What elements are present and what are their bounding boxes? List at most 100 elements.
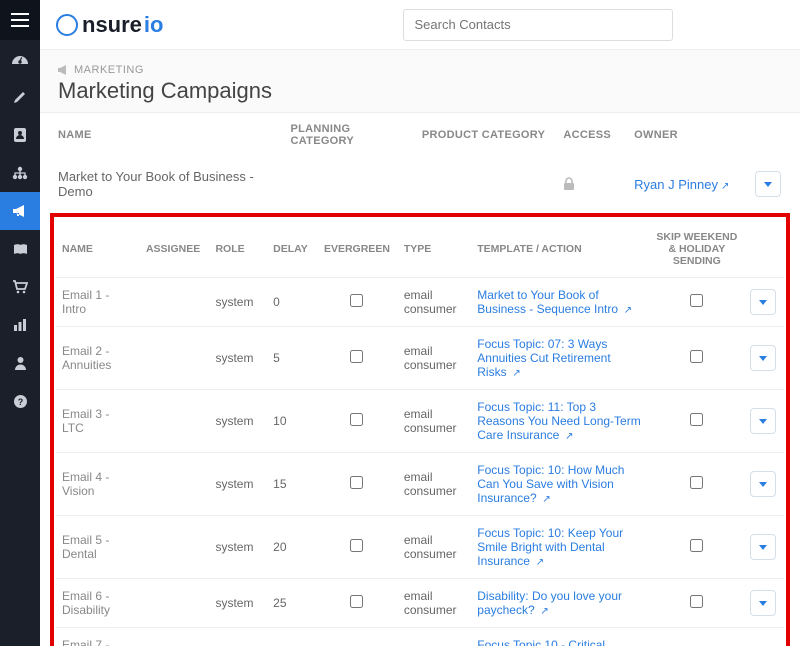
task-actions-button[interactable]: [750, 590, 776, 616]
tcol-type: TYPE: [398, 219, 471, 278]
task-actions-button[interactable]: [750, 534, 776, 560]
skip-checkbox[interactable]: [690, 294, 703, 307]
campaign-row[interactable]: Market to Your Book of Business - Demo R…: [50, 157, 790, 211]
template-link[interactable]: Focus Topic: 11: Top 3 Reasons You Need …: [477, 400, 640, 442]
owner-link[interactable]: Ryan J Pinney↗: [634, 177, 729, 192]
content-area: NAME PLANNING CATEGORY PRODUCT CATEGORY …: [40, 113, 800, 646]
task-delay: 5: [267, 327, 316, 390]
skip-checkbox[interactable]: [690, 413, 703, 426]
task-assignee: [140, 327, 210, 390]
search-input[interactable]: [403, 9, 673, 41]
logo-ring-icon: [56, 14, 78, 36]
skip-checkbox[interactable]: [690, 595, 703, 608]
task-assignee: [140, 278, 210, 327]
task-actions-button[interactable]: [750, 471, 776, 497]
skip-checkbox[interactable]: [690, 539, 703, 552]
task-actions-button[interactable]: [750, 408, 776, 434]
bar-chart-icon: [13, 318, 27, 332]
template-link[interactable]: Focus Topic: 10: How Much Can You Save w…: [477, 463, 624, 505]
logo[interactable]: nsureio: [56, 12, 163, 38]
task-row: Email 4 - Vision system15 email consumerFo…: [56, 453, 784, 516]
row-actions-button[interactable]: [755, 171, 781, 197]
caret-down-icon: [764, 182, 772, 187]
nav-help[interactable]: ?: [0, 382, 40, 420]
nav-hierarchy[interactable]: [0, 154, 40, 192]
logo-text-b: io: [144, 12, 164, 38]
side-nav: ?: [0, 0, 40, 646]
task-delay: 30: [267, 628, 316, 646]
template-link[interactable]: Market to Your Book of Business - Sequen…: [477, 288, 632, 316]
help-icon: ?: [13, 394, 28, 409]
task-row: Email 3 - LTCsystem10email consumerFocus…: [56, 390, 784, 453]
task-delay: 0: [267, 278, 316, 327]
task-delay: 20: [267, 516, 316, 579]
col-product: PRODUCT CATEGORY: [414, 113, 556, 157]
nav-library[interactable]: [0, 230, 40, 268]
task-assignee: [140, 453, 210, 516]
template-link[interactable]: Focus Topic 10 - Critical Illness: How D…: [477, 638, 619, 646]
caret-down-icon: [759, 419, 767, 424]
campaign-name: Market to Your Book of Business - Demo: [50, 157, 283, 211]
caret-down-icon: [759, 482, 767, 487]
menu-toggle[interactable]: [0, 0, 40, 40]
skip-checkbox[interactable]: [690, 476, 703, 489]
book-icon: [13, 243, 28, 256]
external-link-icon: ↗: [533, 557, 544, 568]
breadcrumb-text: MARKETING: [74, 64, 144, 76]
evergreen-checkbox[interactable]: [350, 595, 363, 608]
evergreen-checkbox[interactable]: [350, 350, 363, 363]
task-assignee: [140, 628, 210, 646]
col-owner: OWNER: [626, 113, 747, 157]
task-role: system: [209, 516, 267, 579]
nav-marketing[interactable]: [0, 192, 40, 230]
user-icon: [14, 356, 27, 370]
template-link[interactable]: Focus Topic: 10: Keep Your Smile Bright …: [477, 526, 623, 568]
nav-contacts[interactable]: [0, 116, 40, 154]
external-link-icon: ↗: [721, 181, 729, 192]
evergreen-checkbox[interactable]: [350, 413, 363, 426]
task-role: system: [209, 278, 267, 327]
skip-checkbox[interactable]: [690, 350, 703, 363]
campaign-access: [555, 157, 626, 211]
page-title: Marketing Campaigns: [58, 78, 782, 104]
task-row: Email 5 - Dentalsystem20email consumerFo…: [56, 516, 784, 579]
task-actions-button[interactable]: [750, 289, 776, 315]
hamburger-icon: [11, 13, 29, 27]
nav-cart[interactable]: [0, 268, 40, 306]
task-role: system: [209, 453, 267, 516]
task-row: Email 2 - Annuitiessystem5email consumer…: [56, 327, 784, 390]
nav-reports[interactable]: [0, 306, 40, 344]
col-planning: PLANNING CATEGORY: [283, 113, 414, 157]
nav-dashboard[interactable]: [0, 40, 40, 78]
task-name: Email 3 - LTC: [56, 390, 140, 453]
task-name: Email 7 - Critical Illness: [56, 628, 140, 646]
template-link[interactable]: Disability: Do you love your paycheck? ↗: [477, 589, 622, 617]
task-actions-button[interactable]: [750, 345, 776, 371]
task-name: Email 4 - Vision: [56, 453, 140, 516]
sitemap-icon: [12, 166, 28, 180]
tcol-skip: SKIP WEEKEND & HOLIDAY SENDING: [650, 219, 744, 278]
evergreen-checkbox[interactable]: [350, 294, 363, 307]
caret-down-icon: [759, 545, 767, 550]
nav-user[interactable]: [0, 344, 40, 382]
external-link-icon: ↗: [540, 494, 551, 505]
cart-icon: [12, 280, 28, 294]
evergreen-checkbox[interactable]: [350, 539, 363, 552]
caret-down-icon: [759, 356, 767, 361]
task-name: Email 1 - Intro: [56, 278, 140, 327]
address-book-icon: [13, 127, 27, 143]
nav-edit[interactable]: [0, 78, 40, 116]
template-link[interactable]: Focus Topic: 07: 3 Ways Annuities Cut Re…: [477, 337, 610, 379]
search-wrap: [403, 9, 673, 41]
task-type: email consumer: [398, 327, 471, 390]
tasks-table: NAME ASSIGNEE ROLE DELAY EVERGREEN TYPE …: [56, 219, 784, 646]
top-bar: nsureio: [40, 0, 800, 50]
tcol-template: TEMPLATE / ACTION: [471, 219, 649, 278]
task-assignee: [140, 516, 210, 579]
task-type: email consumer: [398, 390, 471, 453]
external-link-icon: ↗: [538, 606, 549, 617]
logo-text-a: nsure: [82, 12, 142, 38]
task-type: email consumer: [398, 453, 471, 516]
task-delay: 15: [267, 453, 316, 516]
evergreen-checkbox[interactable]: [350, 476, 363, 489]
